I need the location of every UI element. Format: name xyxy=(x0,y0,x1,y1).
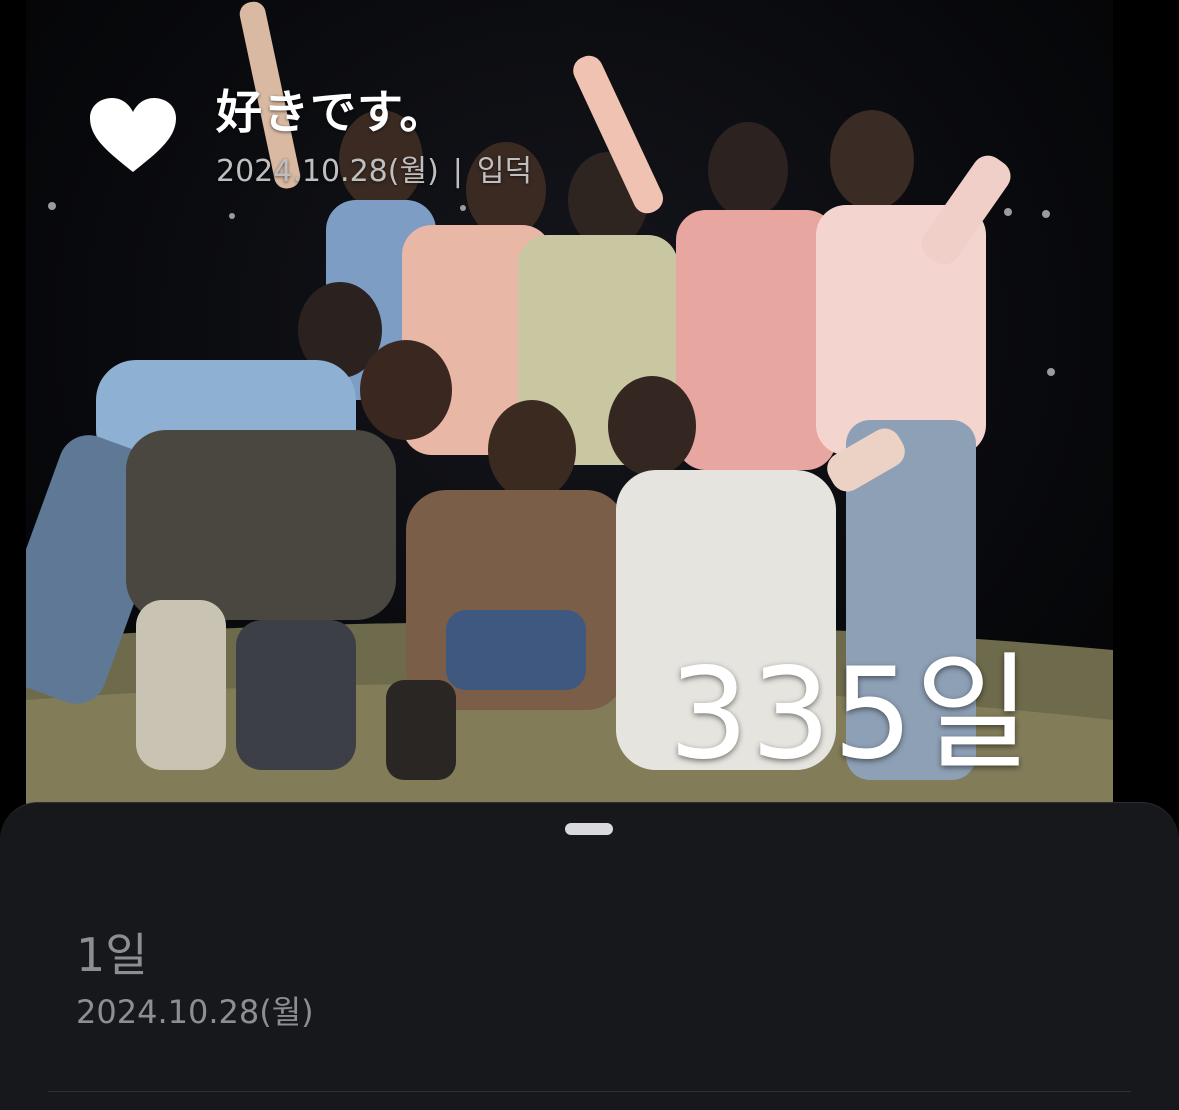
separator: | xyxy=(452,154,463,189)
divider xyxy=(48,1091,1131,1092)
sheet-drag-handle[interactable] xyxy=(565,823,613,835)
header: 好きです。 2024.10.28(월) | 입덕 xyxy=(88,72,788,192)
page: 335일 好きです。 2024.10.28(월) | 입덕 1일 2024.10.2… xyxy=(0,0,1179,1110)
dday-counter: 335일 xyxy=(668,640,1033,787)
bottom-sheet[interactable]: 1일 2024.10.28(월) xyxy=(0,802,1179,1110)
title-subline: 2024.10.28(월) | 입덕 xyxy=(216,146,532,190)
category-label: 입덕 xyxy=(476,154,533,189)
heart-icon[interactable] xyxy=(88,96,178,176)
page-title: 好きです。 xyxy=(216,85,447,139)
entry-day-label: 1일 xyxy=(76,928,148,982)
start-date: 2024.10.28(월) xyxy=(216,154,439,189)
entry-date: 2024.10.28(월) xyxy=(76,993,314,1031)
